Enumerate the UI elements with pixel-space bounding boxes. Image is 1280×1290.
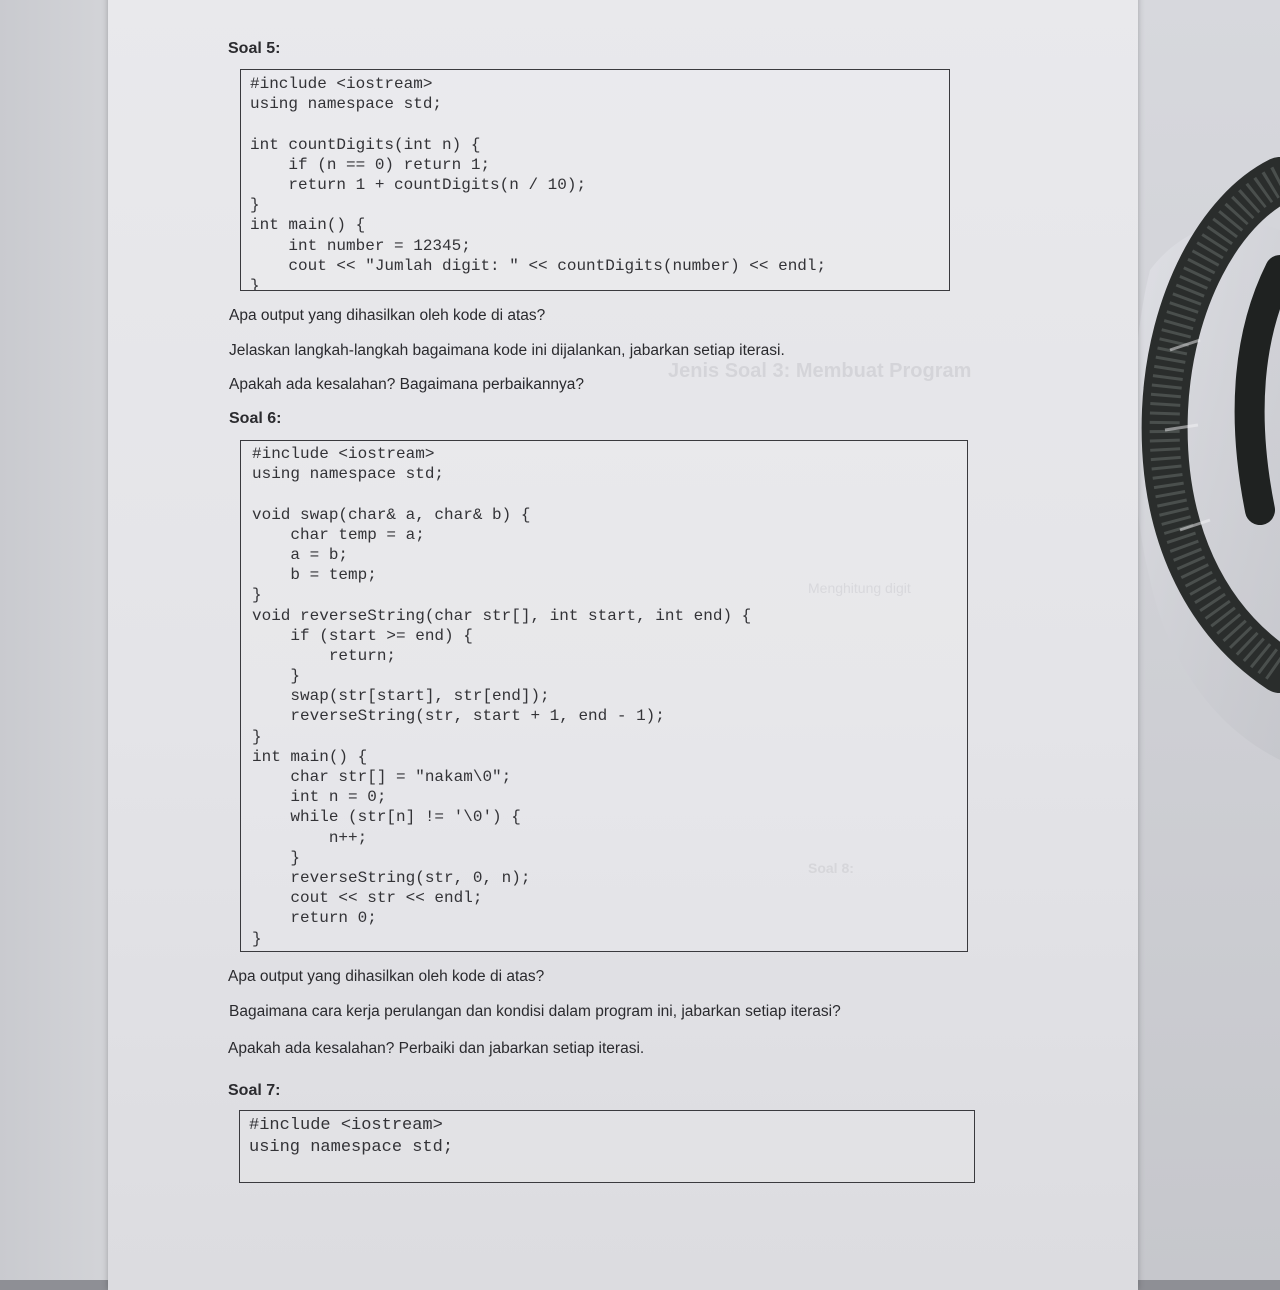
code-line: reverseString(str, 0, n); [252,868,531,887]
code-line: return; [252,646,397,665]
code-line: reverseString(str, start + 1, end - 1); [252,707,665,726]
code-line: } [252,848,301,867]
code-line: #include <iostream> [249,1116,443,1135]
code-line: int n = 0; [252,788,387,807]
desk-surface-left [0,0,110,1280]
code-line: char temp = a; [252,525,425,544]
soal-7-code-block: #include <iostream> using namespace std; [239,1110,975,1183]
soal-5-code-block: #include <iostream> using namespace std;… [240,69,950,291]
code-line: } [252,586,262,605]
code-line: #include <iostream> [250,75,433,93]
code-line: return 0; [252,909,377,928]
code-line: } [250,196,260,215]
soal-6-heading: Soal 6: [229,410,282,427]
code-line: if (n == 0) return 1; [250,155,491,174]
code-line: cout << str << endl; [252,889,483,908]
code-line: void reverseString(char str[], int start… [252,606,752,625]
code-line: using namespace std; [252,465,445,484]
paper-sheet: Jenis Soal 3: Membuat Program Soal 8: Me… [108,0,1138,1290]
soal-5-heading: Soal 5: [228,40,281,57]
soal-5-question-3: Apakah ada kesalahan? Bagaimana perbaika… [229,376,585,393]
code-line: #include <iostream> [252,445,435,463]
soal-5-question-1: Apa output yang dihasilkan oleh kode di … [229,307,546,324]
code-line: while (str[n] != '\0') { [252,808,521,827]
code-line: void swap(char& a, char& b) { [252,505,531,524]
code-line: int main() { [252,747,368,766]
code-line: } [252,727,262,746]
code-line: if (start >= end) { [252,626,473,645]
code-line: char str[] = "nakam\0"; [252,768,512,786]
code-line: return 1 + countDigits(n / 10); [250,175,587,194]
code-line: int main() { [250,216,366,235]
soal-6-question-2: Bagaimana cara kerja perulangan dan kond… [229,1003,841,1020]
code-line: } [252,929,262,948]
soal-6-question-1: Apa output yang dihasilkan oleh kode di … [228,968,545,985]
code-line: } [250,276,260,291]
soal-5-question-2: Jelaskan langkah-langkah bagaimana kode … [229,342,785,359]
code-line: b = temp; [252,566,377,585]
soal-6-question-3: Apakah ada kesalahan? Perbaiki dan jabar… [228,1040,645,1057]
code-line: swap(str[start], str[end]); [252,687,550,706]
bleed-through-text: Jenis Soal 3: Membuat Program [668,360,972,382]
code-line: int number = 12345; [250,236,471,255]
code-line: cout << "Jumlah digit: " << countDigits(… [250,256,827,275]
code-line: using namespace std; [250,95,443,114]
code-line: a = b; [252,545,349,564]
soal-6-code-block: #include <iostream> using namespace std;… [240,440,968,952]
code-line: int countDigits(int n) { [250,135,481,154]
code-line: } [252,667,301,686]
code-line: n++; [252,828,368,847]
soal-7-heading: Soal 7: [228,1082,281,1099]
code-line: using namespace std; [249,1138,454,1157]
